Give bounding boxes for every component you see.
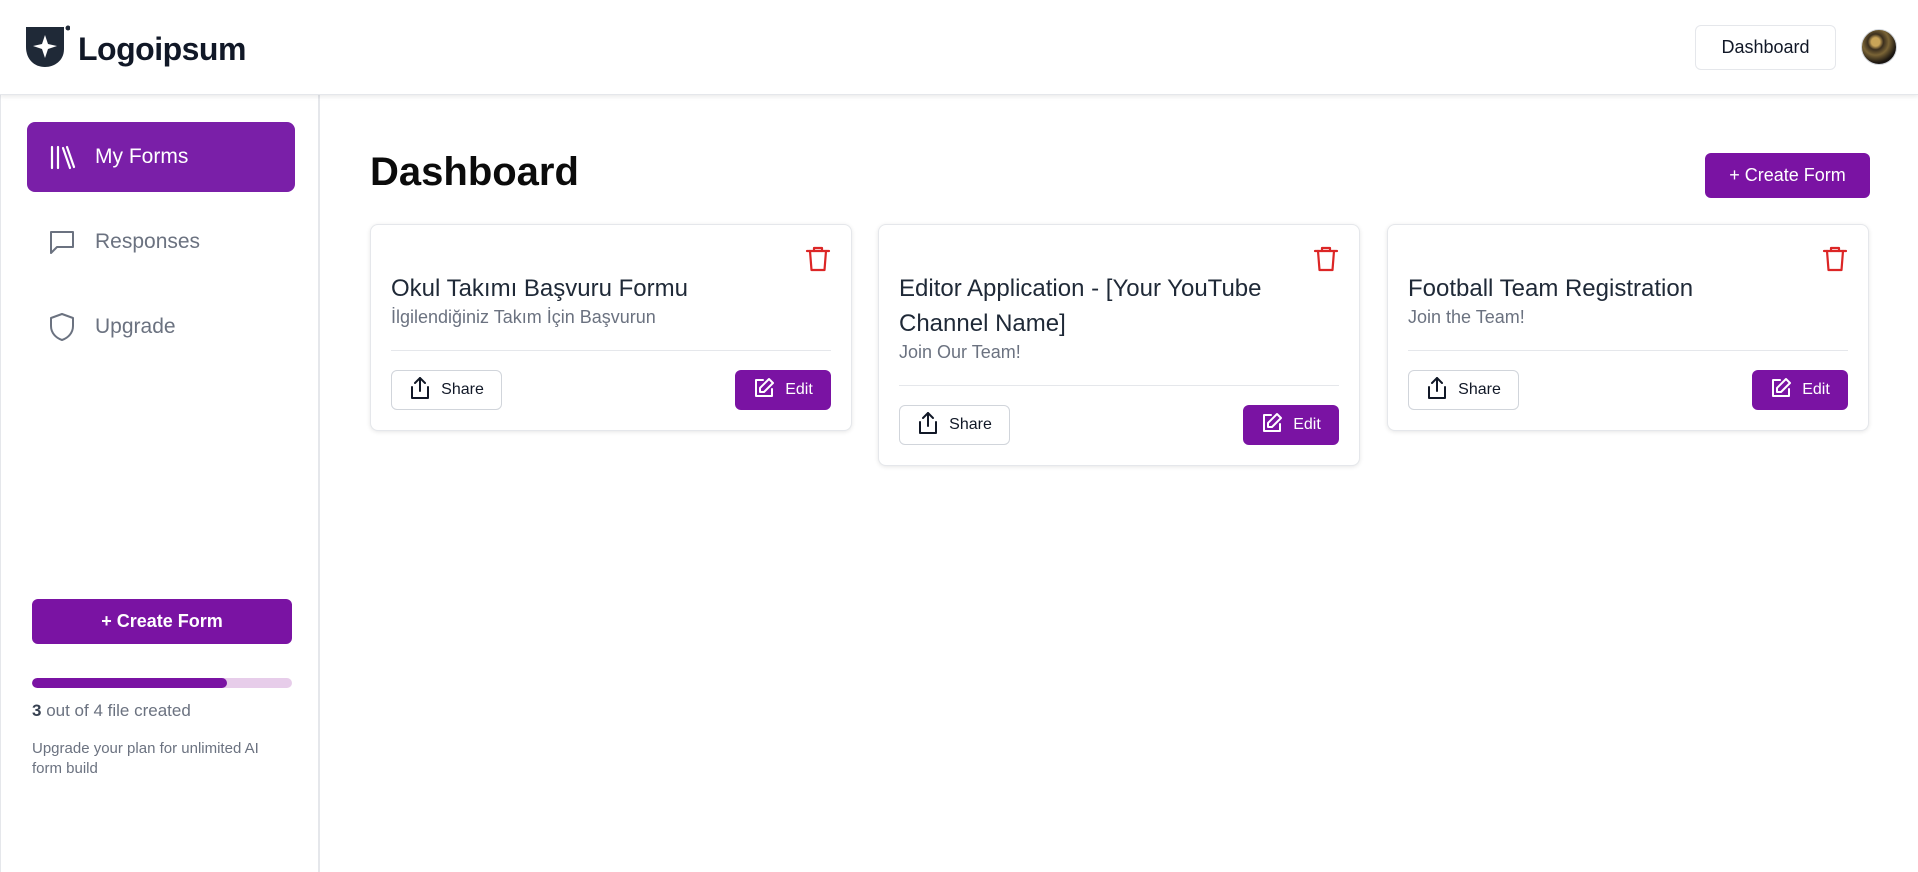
- form-card: Okul Takımı Başvuru Formu İlgilendiğiniz…: [370, 224, 852, 431]
- sidebar-item-upgrade[interactable]: Upgrade: [27, 292, 295, 362]
- form-subtitle: Join Our Team!: [899, 342, 1021, 362]
- form-title: Okul Takımı Başvuru Formu: [391, 275, 688, 302]
- usage-progress-bar: [32, 678, 292, 688]
- sidebar-create-form-button[interactable]: + Create Form: [32, 599, 292, 644]
- edit-icon: [753, 377, 775, 404]
- upgrade-note: Upgrade your plan for unlimited AI form …: [32, 740, 259, 777]
- avatar[interactable]: [1861, 29, 1897, 65]
- brand-name: Logoipsum: [78, 31, 246, 67]
- card-divider: [899, 385, 1339, 386]
- share-label: Share: [441, 381, 484, 398]
- edit-label: Edit: [785, 381, 813, 398]
- edit-label: Edit: [1293, 416, 1321, 433]
- share-icon: [1426, 376, 1448, 405]
- share-label: Share: [949, 416, 992, 433]
- form-subtitle: Join the Team!: [1408, 307, 1525, 327]
- dashboard-button[interactable]: Dashboard: [1695, 25, 1836, 70]
- top-bar: Logoipsum Dashboard: [0, 0, 1918, 95]
- shield-icon: [47, 312, 77, 342]
- form-subtitle: İlgilendiğiniz Takım İçin Başvurun: [391, 307, 656, 327]
- usage-suffix: out of 4 file created: [46, 701, 191, 720]
- page-title: Dashboard: [370, 150, 579, 194]
- share-button[interactable]: Share: [1408, 370, 1519, 410]
- create-form-button[interactable]: + Create Form: [1705, 153, 1870, 198]
- usage-count: 3: [32, 701, 42, 720]
- library-icon: [47, 142, 77, 172]
- form-card: Editor Application - [Your YouTube Chann…: [878, 224, 1360, 466]
- edit-icon: [1261, 412, 1283, 439]
- usage-text: 3 out of 4 file created: [32, 701, 191, 721]
- chat-bubble-icon: [47, 227, 77, 257]
- brand-logo[interactable]: Logoipsum: [24, 25, 246, 74]
- trash-icon[interactable]: [1313, 245, 1339, 273]
- logo-mark-icon: [24, 25, 71, 74]
- sidebar: My Forms Responses Upgrade + Create Form…: [0, 95, 320, 872]
- trash-icon[interactable]: [1822, 245, 1848, 273]
- form-title: Football Team Registration: [1408, 275, 1694, 302]
- sidebar-item-label: Responses: [95, 230, 201, 253]
- usage-progress-fill: [32, 678, 227, 688]
- edit-button[interactable]: Edit: [1243, 405, 1339, 445]
- edit-label: Edit: [1802, 381, 1830, 398]
- form-title: Editor Application - [Your YouTube Chann…: [899, 275, 1262, 337]
- edit-button[interactable]: Edit: [735, 370, 831, 410]
- share-icon: [409, 376, 431, 405]
- form-card: Football Team Registration Join the Team…: [1387, 224, 1869, 431]
- sidebar-item-label: My Forms: [95, 145, 189, 168]
- sidebar-item-my-forms[interactable]: My Forms: [27, 122, 295, 192]
- card-divider: [391, 350, 831, 351]
- share-button[interactable]: Share: [391, 370, 502, 410]
- share-icon: [917, 411, 939, 440]
- edit-button[interactable]: Edit: [1752, 370, 1848, 410]
- trash-icon[interactable]: [805, 245, 831, 273]
- share-button[interactable]: Share: [899, 405, 1010, 445]
- card-divider: [1408, 350, 1848, 351]
- edit-icon: [1770, 377, 1792, 404]
- sidebar-item-responses[interactable]: Responses: [27, 207, 295, 277]
- share-label: Share: [1458, 381, 1501, 398]
- sidebar-item-label: Upgrade: [95, 315, 176, 338]
